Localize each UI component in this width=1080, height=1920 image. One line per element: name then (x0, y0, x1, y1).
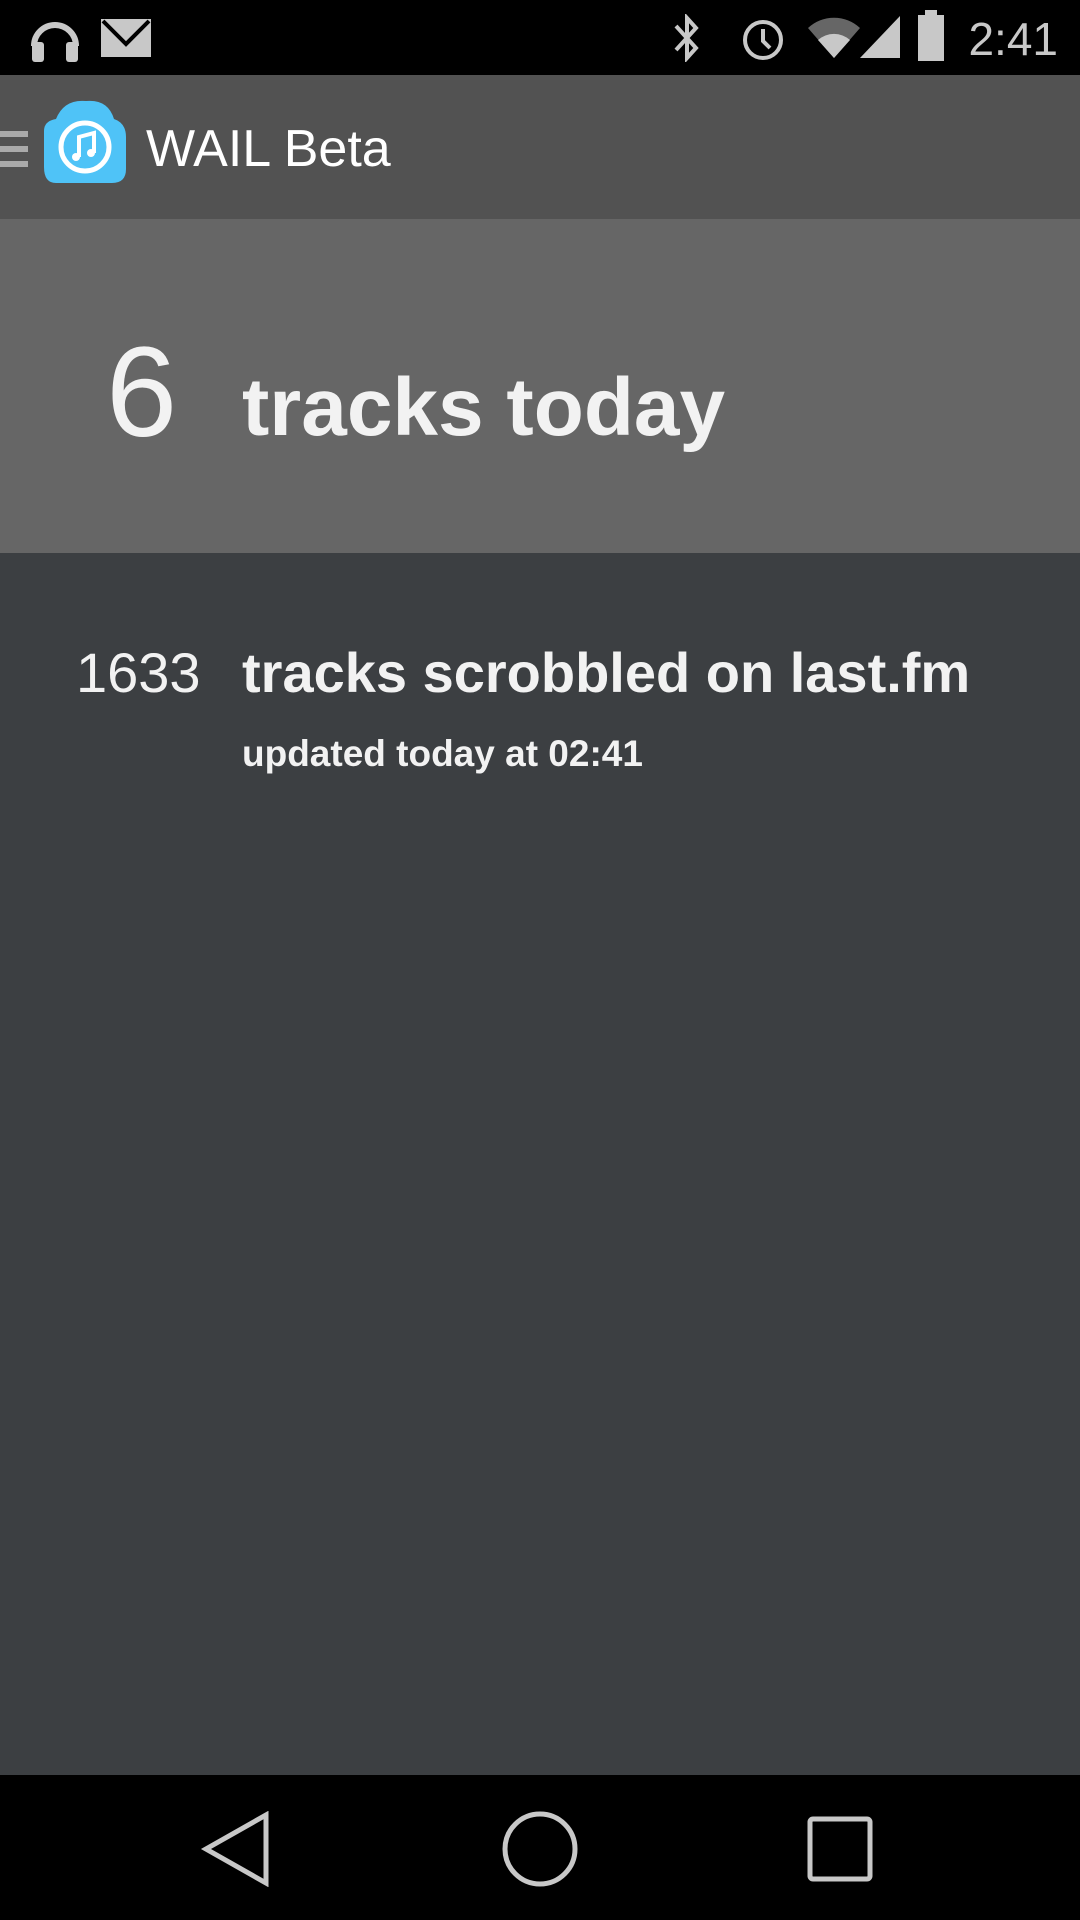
wifi-icon (808, 17, 860, 58)
menu-icon (0, 131, 28, 167)
today-count: 6 (106, 321, 178, 464)
home-icon[interactable] (500, 1809, 580, 1889)
scrobbled-label: tracks scrobbled on last.fm (242, 641, 971, 704)
today-summary: 6 tracks today (0, 219, 1080, 553)
signal-icon (860, 16, 900, 58)
recents-icon[interactable] (806, 1815, 874, 1883)
status-bar: 2:41 (0, 0, 1080, 75)
app-bar: WAIL Beta (0, 75, 1080, 219)
clock: 2:41 (968, 13, 1058, 65)
app-logo-icon (44, 100, 126, 183)
app-home-button[interactable] (0, 95, 130, 199)
app-title: WAIL Beta (146, 120, 391, 178)
updated-timestamp: updated today at 02:41 (242, 733, 643, 774)
battery-icon (918, 10, 944, 61)
back-icon[interactable] (200, 1811, 272, 1887)
bluetooth-icon (674, 14, 699, 62)
today-label: tracks today (242, 362, 726, 453)
alarm-icon (743, 20, 783, 60)
scrobbled-count: 1633 (76, 641, 201, 704)
mail-icon (101, 19, 151, 57)
headphones-icon (31, 22, 79, 62)
navigation-bar (0, 1775, 1080, 1920)
